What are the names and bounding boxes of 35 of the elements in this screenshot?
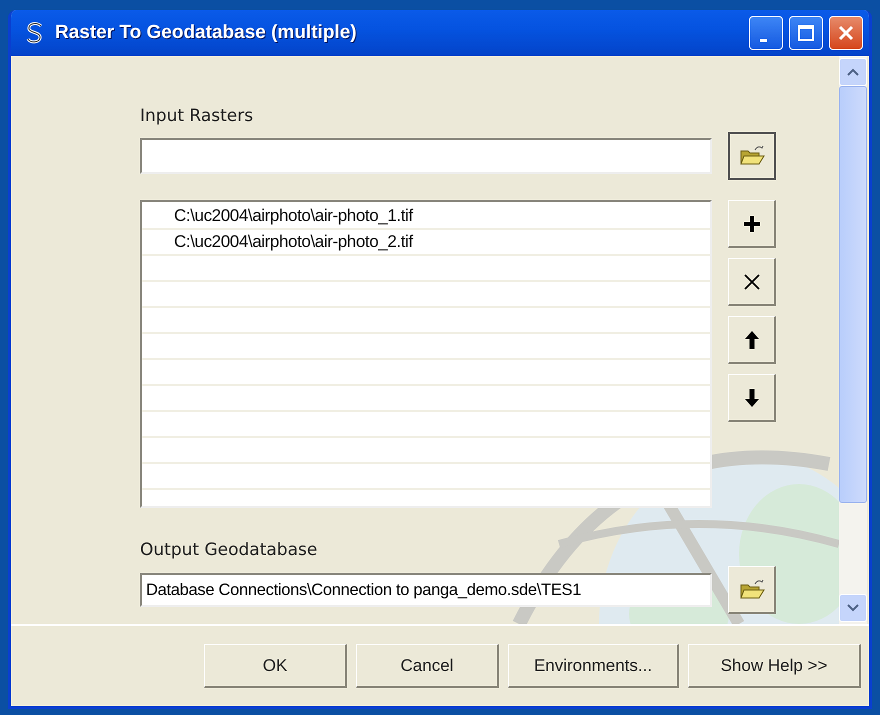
app-icon [25, 22, 45, 44]
dialog-button[interactable]: Cancel [356, 644, 499, 688]
add-button[interactable] [728, 200, 776, 248]
list-item[interactable]: C:\uc2004\airphoto\air-photo_2.tif [174, 232, 413, 252]
dialog-button[interactable]: Environments... [508, 644, 679, 688]
window-title: Raster To Geodatabase (multiple) [55, 22, 358, 44]
scrollbar[interactable] [839, 56, 867, 624]
minimize-button[interactable] [749, 16, 783, 50]
field-label: Output Geodatabase [140, 540, 318, 560]
folder-icon [738, 578, 764, 600]
dialog-button[interactable]: OK [204, 644, 347, 688]
x-icon [742, 272, 760, 290]
chevron-up-icon [847, 68, 859, 76]
move-up-button[interactable] [728, 316, 776, 364]
minimize-icon [760, 38, 766, 42]
field-label: Input Rasters [140, 106, 254, 126]
maximize-icon [797, 24, 815, 42]
close-button[interactable] [829, 16, 863, 50]
maximize-button[interactable] [789, 16, 823, 50]
chevron-down-icon [847, 604, 859, 612]
scroll-thumb[interactable] [839, 86, 867, 503]
up-arrow-icon [744, 330, 760, 350]
scroll-up-button[interactable] [839, 58, 867, 86]
list-item[interactable]: C:\uc2004\airphoto\air-photo_1.tif [174, 206, 413, 226]
plus-icon [742, 214, 762, 234]
dialog-button[interactable]: Show Help >> [688, 644, 861, 688]
down-arrow-icon [744, 388, 760, 408]
scroll-down-button[interactable] [839, 594, 867, 622]
browse-button[interactable] [728, 132, 776, 180]
input-field[interactable]: Database Connections\Connection to panga_demo.sde\TES1 [140, 573, 712, 607]
input-field[interactable] [140, 138, 712, 174]
folder-icon [739, 145, 765, 167]
remove-button[interactable] [728, 258, 776, 306]
close-icon [837, 24, 855, 42]
move-down-button[interactable] [728, 374, 776, 422]
